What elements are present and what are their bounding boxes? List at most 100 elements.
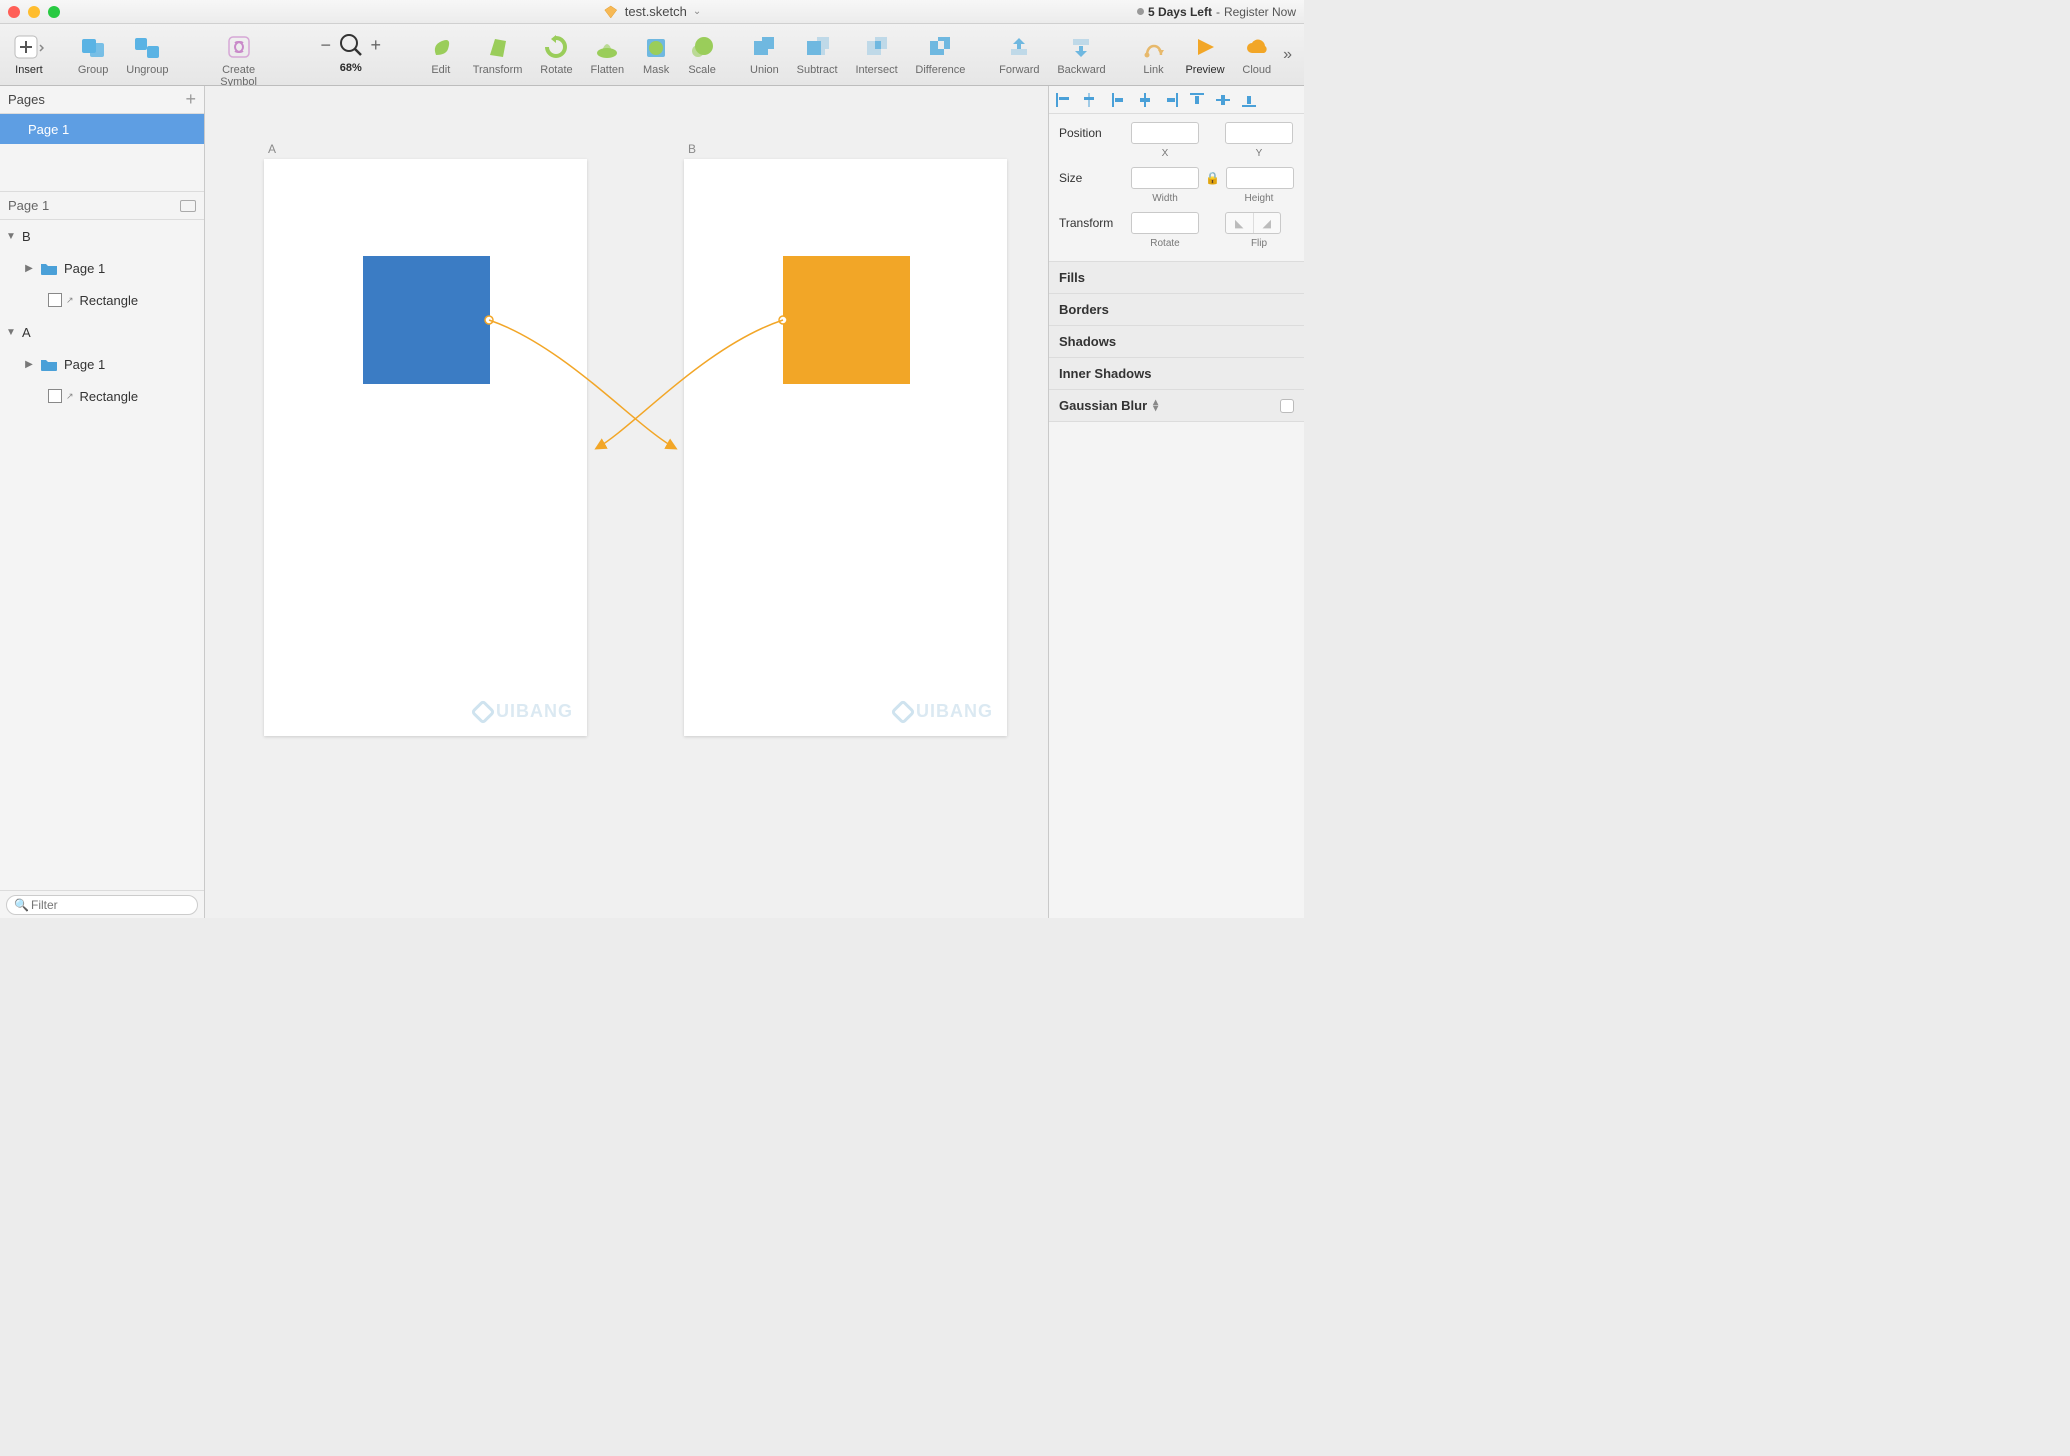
align-center-h-icon[interactable] bbox=[1081, 92, 1097, 108]
zoom-out-button[interactable]: − bbox=[319, 35, 333, 56]
artboard-b[interactable]: UIBANG bbox=[684, 159, 1007, 736]
current-page-header[interactable]: Page 1 bbox=[0, 192, 204, 220]
artboard-overview-icon[interactable] bbox=[180, 200, 196, 212]
gaussian-blur-section[interactable]: Gaussian Blur▴▾ bbox=[1049, 390, 1304, 422]
preview-icon bbox=[1194, 35, 1216, 59]
x-input[interactable] bbox=[1131, 122, 1199, 144]
layer-a-rectangle[interactable]: ↗Rectangle bbox=[0, 380, 204, 412]
stepper-icon[interactable]: ▴▾ bbox=[1153, 400, 1158, 412]
layer-artboard-a[interactable]: ▼A bbox=[0, 316, 204, 348]
disclosure-triangle-icon[interactable]: ▶ bbox=[24, 359, 34, 370]
transform-button[interactable]: Transform bbox=[467, 28, 529, 78]
mask-button[interactable]: Mask bbox=[636, 28, 676, 78]
link-arrow-icon: ↗ bbox=[66, 391, 74, 402]
link-button[interactable]: Link bbox=[1134, 28, 1174, 78]
align-top-icon[interactable] bbox=[1189, 92, 1205, 108]
shadows-section[interactable]: Shadows bbox=[1049, 326, 1304, 358]
flip-h-icon[interactable]: ◣ bbox=[1226, 213, 1254, 233]
zoom-in-button[interactable]: + bbox=[369, 35, 383, 56]
rectangle-b[interactable] bbox=[783, 256, 910, 384]
maximize-window-button[interactable] bbox=[48, 6, 60, 18]
difference-button[interactable]: Difference bbox=[910, 28, 972, 78]
align-h-center-icon[interactable] bbox=[1137, 92, 1153, 108]
insert-button[interactable]: Insert bbox=[8, 28, 50, 78]
difference-icon bbox=[928, 35, 952, 59]
blur-checkbox[interactable] bbox=[1280, 399, 1294, 413]
minimize-window-button[interactable] bbox=[28, 6, 40, 18]
rotate-input[interactable] bbox=[1131, 212, 1199, 234]
fills-section[interactable]: Fills bbox=[1049, 262, 1304, 294]
union-button[interactable]: Union bbox=[744, 28, 785, 78]
preview-button[interactable]: Preview bbox=[1180, 28, 1231, 78]
forward-button[interactable]: Forward bbox=[993, 28, 1045, 78]
disclosure-triangle-icon[interactable]: ▼ bbox=[6, 231, 16, 242]
rectangle-icon bbox=[48, 389, 62, 403]
close-window-button[interactable] bbox=[8, 6, 20, 18]
ungroup-button[interactable]: Ungroup bbox=[120, 28, 174, 78]
disclosure-triangle-icon[interactable]: ▶ bbox=[24, 263, 34, 274]
inner-shadows-section[interactable]: Inner Shadows bbox=[1049, 358, 1304, 390]
width-input[interactable] bbox=[1131, 167, 1199, 189]
scale-icon bbox=[690, 35, 714, 59]
x-label: X bbox=[1131, 148, 1199, 159]
zoom-value: 68% bbox=[340, 62, 362, 74]
layer-b-page1[interactable]: ▶Page 1 bbox=[0, 252, 204, 284]
create-symbol-button[interactable]: Create Symbol bbox=[196, 28, 280, 90]
rotate-button[interactable]: Rotate bbox=[534, 28, 578, 78]
artboard-a[interactable]: UIBANG bbox=[264, 159, 587, 736]
left-sidebar: Pages + Page 1 Page 1 ▼B ▶Page 1 ↗Rectan… bbox=[0, 86, 205, 918]
edit-button[interactable]: Edit bbox=[421, 28, 461, 78]
add-page-button[interactable]: + bbox=[185, 89, 196, 110]
intersect-button[interactable]: Intersect bbox=[850, 28, 904, 78]
flatten-button[interactable]: Flatten bbox=[585, 28, 631, 78]
transform-icon bbox=[487, 35, 509, 59]
filter-bar: 🔍 bbox=[0, 890, 204, 918]
watermark-icon bbox=[470, 699, 495, 724]
trial-banner[interactable]: 5 Days Left - Register Now bbox=[1137, 5, 1296, 19]
size-label: Size bbox=[1059, 171, 1125, 185]
rectangle-a[interactable] bbox=[363, 256, 490, 384]
canvas[interactable]: A UIBANG B UIBANG bbox=[205, 86, 1048, 918]
layer-a-page1[interactable]: ▶Page 1 bbox=[0, 348, 204, 380]
disclosure-triangle-icon[interactable]: ▼ bbox=[6, 327, 16, 338]
zoom-control[interactable]: − + 68% bbox=[319, 28, 383, 74]
watermark: UIBANG bbox=[894, 701, 993, 722]
align-left-edge-icon[interactable] bbox=[1111, 92, 1127, 108]
insert-icon bbox=[14, 35, 44, 59]
cloud-button[interactable]: Cloud bbox=[1236, 28, 1277, 78]
intersect-icon bbox=[865, 35, 889, 59]
toolbar-overflow-button[interactable]: » bbox=[1283, 28, 1296, 64]
height-label: Height bbox=[1225, 193, 1293, 204]
lock-icon[interactable]: 🔒 bbox=[1205, 171, 1220, 185]
align-left-icon[interactable] bbox=[1055, 92, 1071, 108]
transform-label: Transform bbox=[1059, 216, 1125, 230]
align-bottom-icon[interactable] bbox=[1241, 92, 1257, 108]
artboard-label-a[interactable]: A bbox=[268, 142, 276, 156]
group-button[interactable]: Group bbox=[72, 28, 114, 78]
scale-button[interactable]: Scale bbox=[682, 28, 722, 78]
borders-section[interactable]: Borders bbox=[1049, 294, 1304, 326]
flip-v-icon[interactable]: ◢ bbox=[1254, 213, 1281, 233]
filter-input[interactable] bbox=[6, 895, 198, 915]
layer-artboard-b[interactable]: ▼B bbox=[0, 220, 204, 252]
link-icon bbox=[1143, 35, 1165, 59]
toolbar: Insert Group Ungroup Create Symbol − + 6… bbox=[0, 24, 1304, 86]
magnifier-icon bbox=[339, 33, 363, 57]
geometry-section: Position XY Size🔒 WidthHeight Transform◣… bbox=[1049, 114, 1304, 262]
page-item-page1[interactable]: Page 1 bbox=[0, 114, 204, 144]
flip-control[interactable]: ◣◢ bbox=[1225, 212, 1281, 234]
align-v-center-icon[interactable] bbox=[1215, 92, 1231, 108]
titlebar: test.sketch ⌄ 5 Days Left - Register Now bbox=[0, 0, 1304, 24]
layer-b-rectangle[interactable]: ↗Rectangle bbox=[0, 284, 204, 316]
window-controls bbox=[8, 6, 60, 18]
height-input[interactable] bbox=[1226, 167, 1294, 189]
backward-button[interactable]: Backward bbox=[1051, 28, 1111, 78]
document-title[interactable]: test.sketch ⌄ bbox=[603, 4, 702, 20]
artboard-label-b[interactable]: B bbox=[688, 142, 696, 156]
union-icon bbox=[752, 35, 776, 59]
subtract-button[interactable]: Subtract bbox=[791, 28, 844, 78]
chevron-down-icon: ⌄ bbox=[693, 6, 701, 17]
cloud-icon bbox=[1244, 35, 1270, 59]
y-input[interactable] bbox=[1225, 122, 1293, 144]
align-right-edge-icon[interactable] bbox=[1163, 92, 1179, 108]
